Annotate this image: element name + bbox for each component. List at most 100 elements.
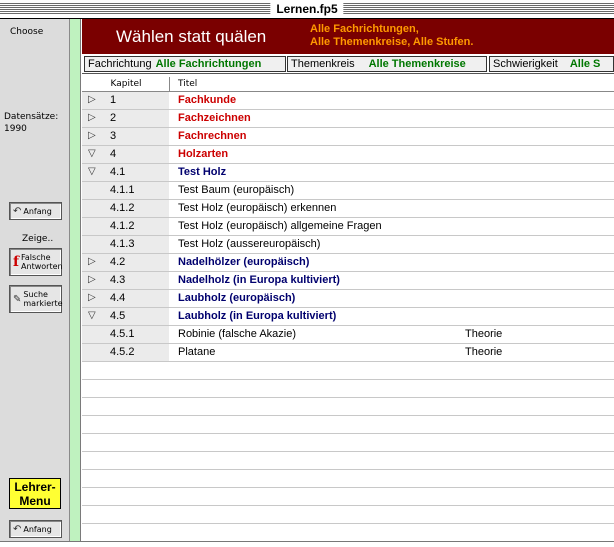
kapitel-number: 4.1.2 [110, 202, 135, 214]
expand-triangle-icon[interactable]: ▷ [88, 292, 96, 303]
chapter-list: ▷ 1 Fachkunde ▷ 2 Fachzeichnen ▷ 3 Fachr… [82, 92, 614, 542]
row-title: Test Holz [178, 166, 227, 178]
kapitel-number: 4.5.1 [110, 328, 135, 340]
table-row[interactable]: ▷ 1 Fachkunde [82, 92, 614, 110]
tag-icon: ✎ [13, 293, 22, 305]
records-count: 1990 [4, 124, 27, 134]
filter-bar: Fachrichtung Alle Fachrichtungen Themenk… [82, 54, 614, 74]
row-title: Fachzeichnen [178, 112, 251, 124]
column-titel[interactable]: Titel [178, 77, 197, 91]
lehrer-menu-button[interactable]: Lehrer- Menu [9, 478, 61, 509]
lehrer-line2: Menu [19, 494, 51, 508]
row-type: Theorie [465, 346, 503, 358]
collapse-triangle-icon[interactable]: ▽ [88, 310, 96, 321]
table-row[interactable]: 4.5.1 Robinie (falsche Akazie) Theorie [82, 326, 614, 344]
sidebar: Choose Datensätze: 1990 ↶ Anfang Zeige..… [0, 19, 70, 547]
expand-triangle-icon[interactable]: ▷ [88, 274, 96, 285]
anfang-label: Anfang [23, 206, 52, 216]
empty-row [82, 416, 614, 434]
falsche-line2: Antworten [21, 262, 63, 271]
table-row[interactable]: ▷ 4.3 Nadelholz (in Europa kultiviert) [82, 272, 614, 290]
row-title: Test Holz (europäisch) erkennen [178, 202, 337, 214]
row-title: Nadelhölzer (europäisch) [178, 256, 310, 268]
records-label: Datensätze: [4, 112, 59, 122]
header-slogan: Wählen statt quälen [116, 27, 267, 46]
kapitel-number: 4.1.2 [110, 220, 135, 232]
schwierigkeit-label: Schwierigkeit [493, 58, 558, 70]
row-title: Test Baum (europäisch) [178, 184, 295, 196]
table-row[interactable]: ▽ 4 Holzarten [82, 146, 614, 164]
empty-row [82, 434, 614, 452]
back-arrow-icon: ↶ [13, 205, 22, 217]
empty-row [82, 506, 614, 524]
kapitel-number: 4.1 [110, 166, 126, 178]
column-kapitel[interactable]: Kapitel [83, 77, 170, 91]
info-line2: Alle Themenkreise, Alle Stufen. [310, 36, 474, 48]
header-banner: Wählen statt quälen Alle Fachrichtungen,… [82, 19, 614, 54]
schwierigkeit-value: Alle S [569, 58, 601, 70]
suche-line1: Suche [23, 290, 48, 299]
kapitel-number: 4.5.2 [110, 346, 135, 358]
row-title: Laubholz (europäisch) [178, 292, 296, 304]
themenkreis-filter[interactable]: Themenkreis Alle Themenkreise [287, 56, 487, 72]
anfang-label: Anfang [23, 524, 52, 534]
info-line1: Alle Fachrichtungen, [310, 23, 419, 35]
fachrichtung-label: Fachrichtung [88, 58, 152, 70]
anfang-button-bottom[interactable]: ↶ Anfang [9, 520, 62, 538]
table-row[interactable]: 4.1.1 Test Baum (europäisch) [82, 182, 614, 200]
kapitel-number: 4 [110, 148, 117, 160]
column-header: Kapitel Titel [82, 77, 614, 92]
schwierigkeit-filter[interactable]: Schwierigkeit Alle S [489, 56, 614, 72]
table-row[interactable]: 4.1.2 Test Holz (europäisch) erkennen [82, 200, 614, 218]
expand-triangle-icon[interactable]: ▷ [88, 94, 96, 105]
empty-row [82, 380, 614, 398]
row-title: Fachrechnen [178, 130, 247, 142]
row-title: Platane [178, 346, 216, 358]
table-row[interactable]: ▷ 2 Fachzeichnen [82, 110, 614, 128]
suche-markierte-button[interactable]: ✎ Suche markierte [9, 285, 63, 313]
anfang-button-top[interactable]: ↶ Anfang [9, 202, 62, 220]
header-filter-info: Alle Fachrichtungen, Alle Themenkreise, … [310, 23, 473, 49]
empty-row [82, 470, 614, 488]
table-row[interactable]: ▽ 4.5 Laubholz (in Europa kultiviert) [82, 308, 614, 326]
kapitel-number: 4.5 [110, 310, 126, 322]
table-row[interactable]: 4.1.3 Test Holz (aussereuropäisch) [82, 236, 614, 254]
table-row[interactable]: ▷ 3 Fachrechnen [82, 128, 614, 146]
kapitel-number: 4.1.3 [110, 238, 135, 250]
window-titlebar[interactable]: Lernen.fp5 [0, 0, 614, 19]
empty-row [82, 488, 614, 506]
falsche-antworten-button[interactable]: f Falsche Antworten [9, 248, 63, 276]
row-title: Fachkunde [178, 94, 237, 106]
row-title: Laubholz (in Europa kultiviert) [178, 310, 337, 322]
empty-row [82, 398, 614, 416]
window-title: Lernen.fp5 [270, 1, 344, 17]
bottom-status-bar [0, 541, 614, 547]
table-row[interactable]: ▷ 4.4 Laubholz (europäisch) [82, 290, 614, 308]
table-row[interactable]: ▽ 4.1 Test Holz [82, 164, 614, 182]
expand-triangle-icon[interactable]: ▷ [88, 130, 96, 141]
collapse-triangle-icon[interactable]: ▽ [88, 148, 96, 159]
fachrichtung-value: Alle Fachrichtungen [155, 58, 262, 70]
choose-label: Choose [10, 27, 44, 37]
expand-triangle-icon[interactable]: ▷ [88, 256, 96, 267]
zeige-label: Zeige.. [22, 234, 54, 244]
table-row[interactable]: ▷ 4.2 Nadelhölzer (europäisch) [82, 254, 614, 272]
expand-triangle-icon[interactable]: ▷ [88, 112, 96, 123]
table-row[interactable]: 4.5.2 Platane Theorie [82, 344, 614, 362]
table-row[interactable]: 4.1.2 Test Holz (europäisch) allgemeine … [82, 218, 614, 236]
row-title: Test Holz (europäisch) allgemeine Fragen [178, 220, 382, 232]
kapitel-number: 4.1.1 [110, 184, 135, 196]
fachrichtung-filter[interactable]: Fachrichtung Alle Fachrichtungen [84, 56, 286, 72]
themenkreis-value: Alle Themenkreise [368, 58, 466, 70]
empty-row [82, 524, 614, 542]
kapitel-number: 4.3 [110, 274, 126, 286]
falsche-line1: Falsche [21, 253, 51, 262]
green-separator [70, 19, 81, 547]
row-title: Robinie (falsche Akazie) [178, 328, 297, 340]
kapitel-number: 1 [110, 94, 117, 106]
empty-row [82, 452, 614, 470]
suche-line2: markierte [23, 299, 63, 308]
row-title: Holzarten [178, 148, 229, 160]
empty-row [82, 362, 614, 380]
collapse-triangle-icon[interactable]: ▽ [88, 166, 96, 177]
